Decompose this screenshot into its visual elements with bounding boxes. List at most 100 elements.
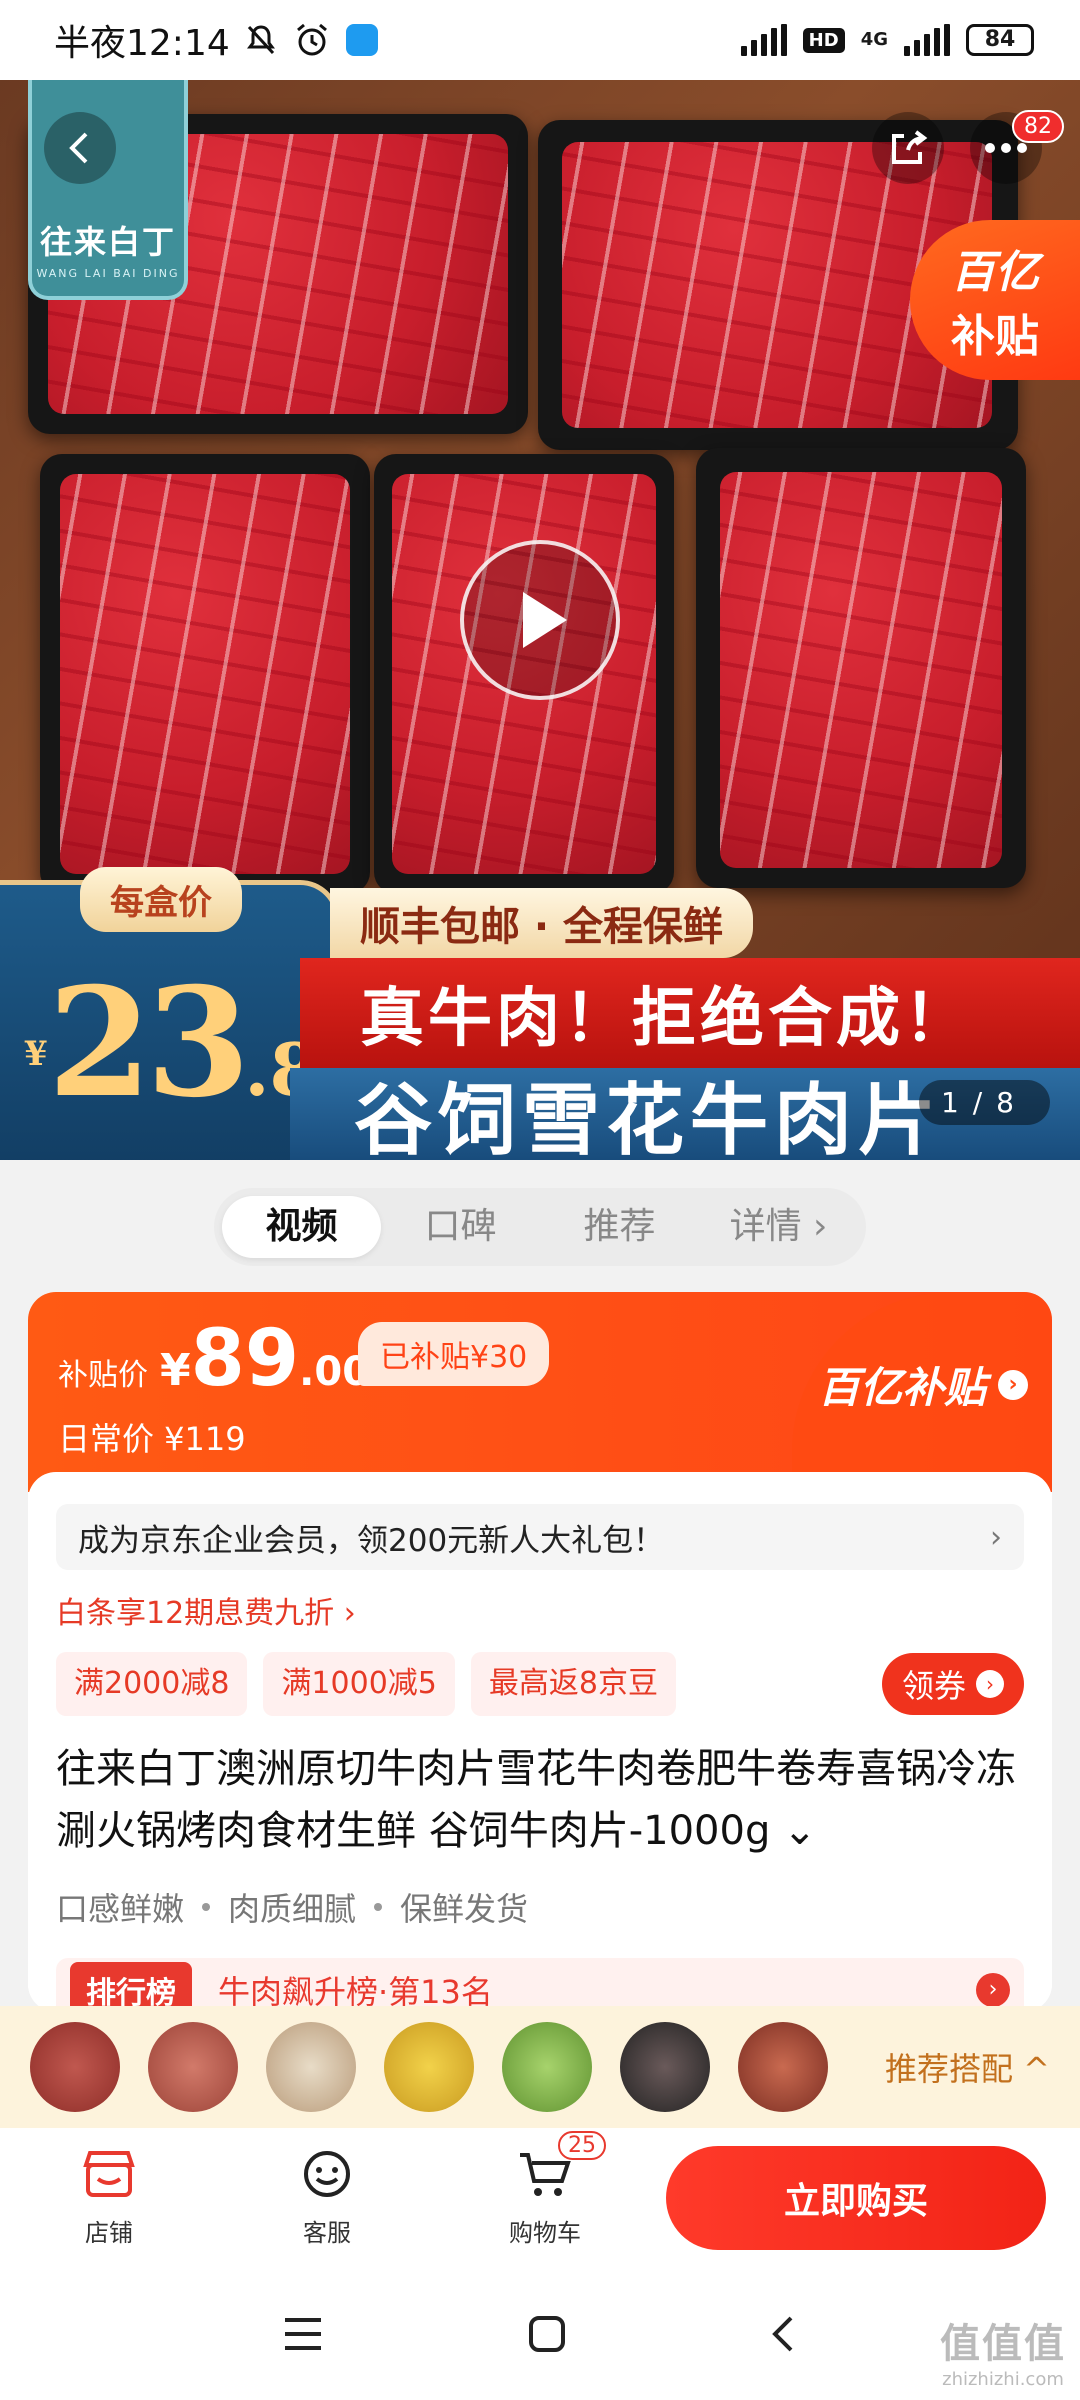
alarm-icon (296, 23, 327, 56)
share-icon (892, 130, 928, 164)
buy-now-button[interactable]: 立即购买 (666, 2146, 1046, 2250)
bell-off-icon (246, 25, 275, 55)
coupon-item[interactable]: 最高返8京豆 (470, 1652, 676, 1716)
signal-icon-2 (904, 24, 950, 56)
store-icon (83, 2150, 135, 2197)
hd-badge: HD (802, 27, 845, 53)
recommend-strip: 推荐搭配 ^ (0, 2006, 1080, 2128)
feature-list: 口感鲜嫩 肉质细腻 保鲜发货 (56, 1884, 1024, 1930)
price-card: 补贴价 ¥89.00 已补贴¥30 日常价 ¥119 百亿补贴 › 成为京东企业… (28, 1292, 1052, 2012)
separator-dot (202, 1903, 211, 1911)
play-video-button[interactable] (460, 540, 620, 700)
daily-price: 日常价 ¥119 (58, 1420, 246, 1458)
back-icon[interactable] (769, 2314, 799, 2354)
subsidy-brand-link[interactable]: 百亿补贴 › (818, 1354, 1028, 1415)
cart-count-badge: 25 (558, 2130, 606, 2160)
customer-service-icon (304, 2150, 350, 2197)
chevron-right-icon: › (976, 1670, 1004, 1698)
get-coupon-label: 领券 (901, 1667, 966, 1705)
tab-reviews[interactable]: 口碑 (381, 1196, 540, 1258)
price-currency: ¥ (160, 1345, 191, 1396)
coupon-row: 满2000减8 满1000减5 最高返8京豆 领券 › (56, 1652, 1024, 1716)
subsidy-brand-text: 百亿补贴 (817, 1363, 986, 1412)
service-label: 客服 (303, 2218, 351, 2247)
feature-item: 口感鲜嫩 (56, 1890, 185, 1928)
more-dots-icon (985, 143, 1027, 153)
per-box-price: ¥23.8 (24, 955, 320, 1131)
ranking-row[interactable]: 排行榜 牛肉飙升榜·第13名 › (56, 1958, 1024, 2012)
subsidy-price: ¥89.00 (160, 1314, 370, 1404)
member-text: 成为京东企业会员，领200元新人大礼包！ (78, 1522, 665, 1559)
back-button[interactable] (44, 112, 116, 184)
subsidy-badge: 百亿 补贴 (910, 220, 1080, 380)
coupon-item[interactable]: 满1000减5 (263, 1652, 455, 1716)
cart-button[interactable]: 25 购物车 (436, 2130, 654, 2248)
watermark-url: zhizhizhi.com (942, 2369, 1064, 2390)
tab-recommend[interactable]: 推荐 (540, 1196, 699, 1258)
product-info: 成为京东企业会员，领200元新人大礼包！ › 白条享12期息费九折 › 满200… (28, 1472, 1052, 2012)
home-icon[interactable] (527, 2314, 567, 2354)
meat-tray-3 (40, 454, 370, 894)
signal-icon (740, 24, 787, 56)
recommend-thumb[interactable] (502, 2022, 592, 2112)
menu-icon[interactable] (281, 2314, 325, 2354)
subsidy-badge-line2: 补贴 (951, 311, 1039, 362)
chevron-right-icon: › (998, 1369, 1028, 1400)
recommend-thumb[interactable] (738, 2022, 828, 2112)
screen: 半夜12:14 HD 4G 84 往来白丁 WANG LAI BAI DING (0, 0, 1080, 2400)
cart-label: 购物车 (509, 2218, 581, 2247)
tab-details[interactable]: 详情 › (699, 1196, 858, 1258)
subsidy-price-label: 补贴价 (58, 1358, 148, 1393)
shipping-banner: 顺丰包邮 · 全程保鲜 (330, 888, 754, 958)
enterprise-member-banner[interactable]: 成为京东企业会员，领200元新人大礼包！ › (56, 1504, 1024, 1570)
coupon-item[interactable]: 满2000减8 (56, 1652, 248, 1716)
tab-video[interactable]: 视频 (222, 1196, 381, 1258)
watermark-text: 值值值 (940, 2321, 1066, 2367)
recommend-thumb[interactable] (148, 2022, 238, 2112)
baitiao-offer[interactable]: 白条享12期息费九折 › (56, 1588, 1024, 1632)
per-box-int: 23 (47, 955, 251, 1131)
play-icon (523, 592, 567, 648)
product-image-carousel[interactable]: 往来白丁 WANG LAI BAI DING 82 百亿 补贴 每盒价 ¥23.… (0, 80, 1080, 1160)
recommend-combo-toggle[interactable]: 推荐搭配 ^ (885, 2044, 1050, 2090)
per-box-label: 每盒价 (80, 867, 242, 932)
recommend-thumb[interactable] (384, 2022, 474, 2112)
brand-logo-sub: WANG LAI BAI DING (36, 267, 180, 280)
system-nav-bar (0, 2268, 1080, 2400)
message-badge: 82 (1012, 110, 1064, 143)
watermark: 值值值 zhizhizhi.com (940, 2311, 1066, 2390)
feature-item: 保鲜发货 (400, 1890, 529, 1928)
recommend-thumb[interactable] (620, 2022, 710, 2112)
real-beef-banner: 真牛肉！拒绝合成！ (300, 958, 1080, 1068)
network-type: 4G (860, 29, 888, 50)
meat-tray-5 (696, 448, 1026, 888)
store-button[interactable]: 店铺 (0, 2149, 218, 2248)
chevron-right-icon: › (990, 1519, 1002, 1555)
separator-dot (374, 1903, 383, 1911)
battery-icon: 84 (966, 24, 1034, 56)
subsidy-amount-tag: 已补贴¥30 (358, 1322, 550, 1386)
get-coupon-button[interactable]: 领券 › (881, 1653, 1024, 1715)
app-notification-icon (345, 24, 378, 56)
recommend-thumb[interactable] (266, 2022, 356, 2112)
image-counter: 1/8 (918, 1080, 1050, 1125)
per-box-price-shield: 每盒价 ¥23.8 (0, 867, 340, 1160)
price-header: 补贴价 ¥89.00 已补贴¥30 日常价 ¥119 百亿补贴 › (28, 1292, 1052, 1492)
status-time: 半夜12:14 (54, 23, 230, 64)
content-tabs: 视频 口碑 推荐 详情 › (214, 1188, 866, 1266)
chevron-left-icon (69, 132, 88, 164)
bottom-action-bar: 店铺 客服 25 购物车 立即购买 (0, 2128, 1080, 2268)
ranking-tag: 排行榜 (70, 1962, 192, 2012)
subsidy-badge-line1: 百亿 (951, 247, 1039, 298)
status-notification-icons (244, 22, 378, 58)
brand-logo: 往来白丁 WANG LAI BAI DING (28, 80, 188, 300)
per-box-currency: ¥ (24, 1034, 48, 1074)
feature-item: 肉质细腻 (228, 1890, 357, 1928)
service-button[interactable]: 客服 (218, 2149, 436, 2248)
status-bar: 半夜12:14 HD 4G 84 (0, 0, 1080, 80)
store-label: 店铺 (85, 2218, 133, 2247)
product-title[interactable]: 往来白丁澳洲原切牛肉片雪花牛肉卷肥牛卷寿喜锅冷冻涮火锅烤肉食材生鲜 谷饲牛肉片-… (56, 1738, 1024, 1862)
share-button[interactable] (872, 112, 944, 184)
recommend-thumb[interactable] (30, 2022, 120, 2112)
status-right: HD 4G 84 (740, 24, 1034, 56)
